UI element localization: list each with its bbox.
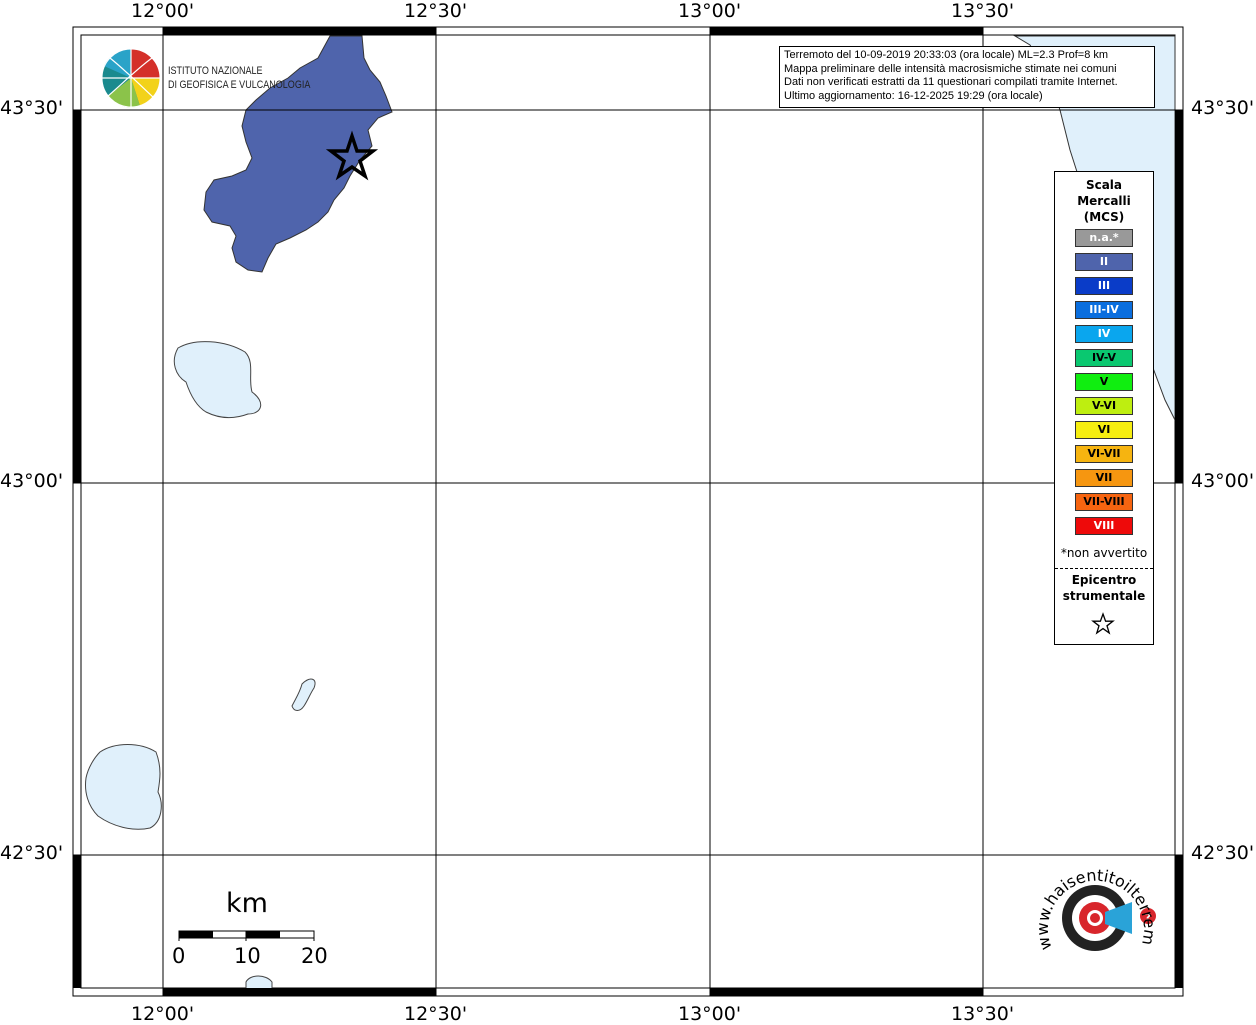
legend-swatch-iii-iv: III-IV <box>1075 301 1133 319</box>
info-line-map-description: Mappa preliminare delle intensità macros… <box>784 62 1117 75</box>
legend-star-icon <box>1091 612 1115 635</box>
scale-bar <box>178 930 315 941</box>
lon-label-top-1200: 12°00' <box>131 0 195 22</box>
lake-corbara <box>291 678 316 711</box>
legend-swatch-vi-vii: VI-VII <box>1075 445 1133 463</box>
legend-swatch-viii: VIII <box>1075 517 1133 535</box>
legend-swatch-iii: III <box>1075 277 1133 295</box>
svg-text:www.haisentitoilterremoto.it: www.haisentitoilterremoto.it <box>0 0 1159 952</box>
legend-title-line2: Mercalli <box>1077 194 1131 208</box>
lake-bolsena <box>85 744 162 830</box>
legend-epicentre-line2: strumentale <box>1062 589 1146 603</box>
ingv-logo-globe <box>101 48 161 108</box>
legend-swatch-vii: VII <box>1075 469 1133 487</box>
mcs-legend: Scala Mercalli (MCS) n.a.* II III III-IV IV I… <box>1054 171 1154 645</box>
legend-swatch-v: V <box>1075 373 1133 391</box>
lon-label-bottom-1230: 12°30' <box>404 1003 468 1025</box>
legend-title-line3: (MCS) <box>1083 210 1125 224</box>
legend-epicentre-label: Epicentro strumentale <box>1055 572 1153 604</box>
legend-swatch-ii: II <box>1075 253 1133 271</box>
earthquake-info-box: Terremoto del 10-09-2019 20:33:03 (ora l… <box>779 46 1155 108</box>
legend-epicentre-line1: Epicentro <box>1071 573 1137 587</box>
legend-swatch-v-vi: V-VI <box>1075 397 1133 415</box>
lon-label-bottom-1300: 13°00' <box>678 1003 742 1025</box>
lon-label-bottom-1200: 12°00' <box>131 1003 195 1025</box>
legend-not-felt-note: *non avvertito <box>1060 546 1148 560</box>
lat-label-left-4330: 43°30' <box>0 97 64 119</box>
legend-swatch-iv-v: IV-V <box>1075 349 1133 367</box>
lon-label-bottom-1330: 13°30' <box>951 1003 1015 1025</box>
lat-label-right-4330: 43°30' <box>1191 97 1255 119</box>
scale-bar-tick-20: 20 <box>301 944 328 968</box>
info-line-last-update: Ultimo aggiornamento: 16-12-2025 19:29 (… <box>784 89 1043 102</box>
legend-swatch-vi: VI <box>1075 421 1133 439</box>
scale-bar-unit: km <box>226 888 268 919</box>
lake-trasimeno <box>173 341 262 419</box>
scale-bar-tick-10: 10 <box>234 944 261 968</box>
haisentito-logo: ? www.haisentitoilterremoto.it <box>0 0 1159 952</box>
lat-label-right-4230: 42°30' <box>1191 842 1255 864</box>
legend-title-line1: Scala <box>1085 178 1123 192</box>
legend-title: Scala Mercalli (MCS) <box>1055 177 1153 225</box>
ingv-logo-line1: ISTITUTO NAZIONALE <box>168 65 263 77</box>
lon-label-top-1330: 13°30' <box>951 0 1015 22</box>
ingv-logo-text: ISTITUTO NAZIONALE DI GEOFISICA E VULCAN… <box>168 64 310 92</box>
legend-swatch-vii-viii: VII-VIII <box>1075 493 1133 511</box>
haisentito-text: www.haisentitoilterremoto.it <box>0 0 1159 952</box>
legend-divider <box>1055 568 1153 569</box>
lat-label-right-4300: 43°00' <box>1191 470 1255 492</box>
lon-label-top-1300: 13°00' <box>678 0 742 22</box>
lat-label-left-4300: 43°00' <box>0 470 64 492</box>
ingv-logo-line2: DI GEOFISICA E VULCANOLOGIA <box>168 79 311 91</box>
legend-swatch-na: n.a.* <box>1075 229 1133 247</box>
info-line-event: Terremoto del 10-09-2019 20:33:03 (ora l… <box>784 49 1109 61</box>
legend-swatch-iv: IV <box>1075 325 1133 343</box>
lat-label-left-4230: 42°30' <box>0 842 64 864</box>
info-line-data-source: Dati non verificati estratti da 11 quest… <box>784 76 1118 88</box>
lon-label-top-1230: 12°30' <box>404 0 468 22</box>
scale-bar-tick-0: 0 <box>172 944 186 968</box>
